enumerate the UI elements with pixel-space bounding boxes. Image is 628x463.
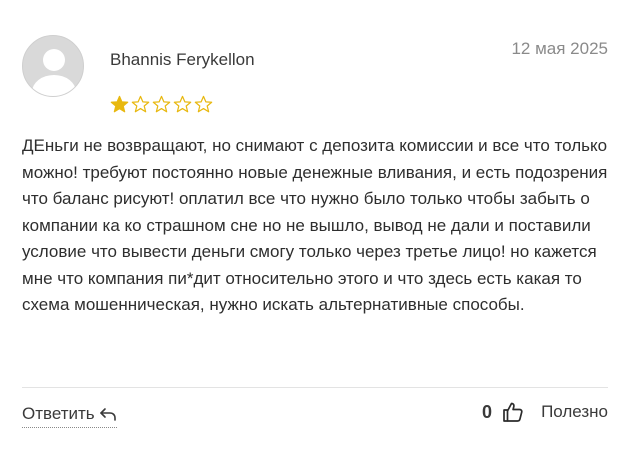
star-outline-icon: [131, 95, 150, 113]
rating-stars: [110, 95, 213, 115]
thumbs-up-icon[interactable]: [501, 400, 525, 424]
reply-label: Ответить: [22, 404, 95, 423]
helpful-block: 0 Полезно: [482, 400, 608, 424]
helpful-button[interactable]: Полезно: [541, 402, 608, 422]
review-text: ДЕньги не возвращают, но снимают с депоз…: [22, 136, 608, 314]
review-author: Bhannis Ferykellon: [110, 50, 255, 69]
review-date: 12 мая 2025: [511, 39, 608, 58]
avatar: [22, 35, 84, 97]
star-filled-icon: [110, 95, 129, 113]
helpful-count: 0: [482, 401, 493, 422]
user-avatar-icon: [32, 49, 76, 96]
reply-button[interactable]: Ответить: [22, 404, 117, 428]
reply-arrow-icon: [99, 408, 116, 421]
star-outline-icon: [194, 95, 213, 113]
divider: [22, 387, 608, 388]
star-outline-icon: [152, 95, 171, 113]
star-outline-icon: [173, 95, 192, 113]
